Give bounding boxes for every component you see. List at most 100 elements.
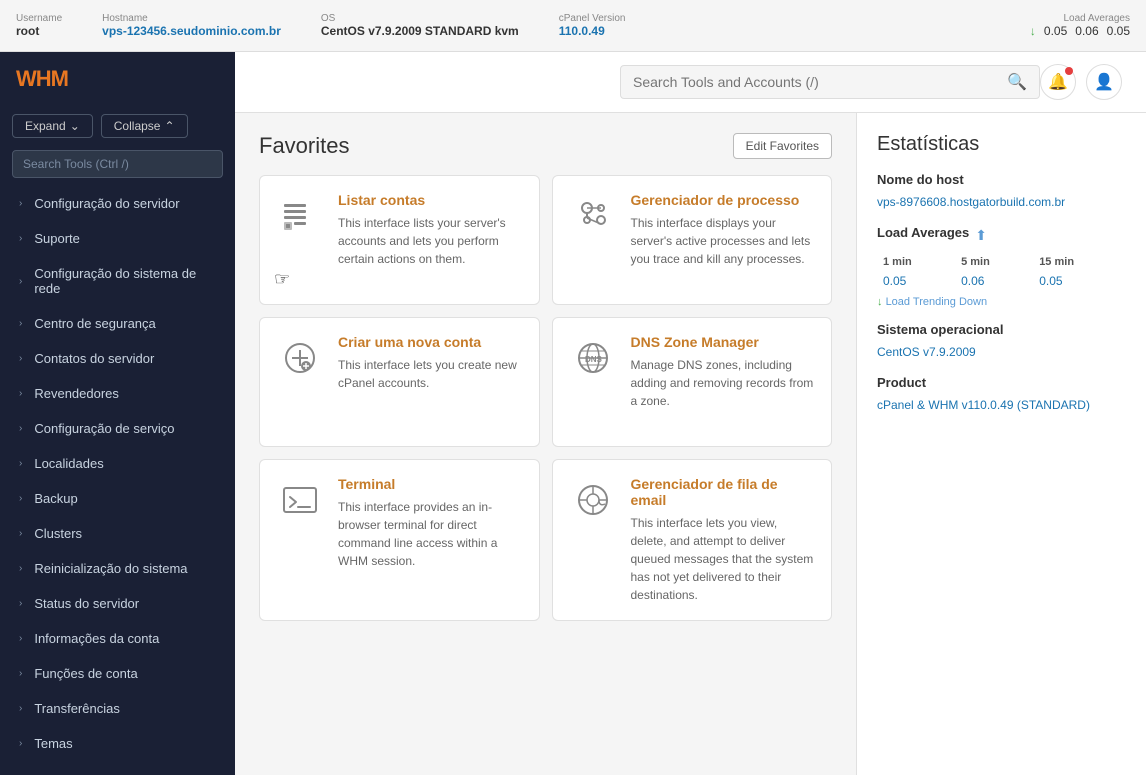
user-profile-button[interactable]: 👤 — [1086, 64, 1122, 100]
listar-contas-title: Listar contas — [338, 192, 523, 208]
expand-icon: ⌄ — [70, 119, 80, 133]
header-bar: 🔍 🔔 👤 — [235, 52, 1146, 113]
sidebar-item-5[interactable]: ›Revendedores — [0, 376, 235, 411]
criar-conta-desc: This interface lets you create new cPane… — [338, 356, 523, 392]
sidebar-item-0[interactable]: ›Configuração do servidor — [0, 186, 235, 221]
fav-card-terminal[interactable]: Terminal This interface provides an in-b… — [259, 459, 540, 621]
expand-button[interactable]: Expand ⌄ — [12, 114, 93, 138]
os-value: CentOS v7.9.2009 STANDARD kvm — [321, 24, 519, 38]
dns-title: DNS Zone Manager — [631, 334, 816, 350]
trend-arrow: ↓ — [877, 296, 883, 308]
sidebar-item-2[interactable]: ›Configuração do sistema de rede — [0, 256, 235, 306]
cursor-icon: ☞ — [274, 269, 290, 290]
sidebar-item-12[interactable]: ›Informações da conta — [0, 621, 235, 656]
criar-conta-title: Criar uma nova conta — [338, 334, 523, 350]
listar-contas-content: Listar contas This interface lists your … — [338, 192, 523, 288]
collapse-button[interactable]: Collapse ⌃ — [101, 114, 188, 138]
sidebar-search-input[interactable] — [12, 150, 223, 178]
sidebar-item-4[interactable]: ›Contatos do servidor — [0, 341, 235, 376]
sidebar-arrow-4: › — [19, 353, 22, 364]
load-arrow: ↓ — [1030, 24, 1036, 38]
dns-desc: Manage DNS zones, including adding and r… — [631, 356, 816, 410]
sidebar-item-13[interactable]: ›Funções de conta — [0, 656, 235, 691]
email-content: Gerenciador de fila de email This interf… — [631, 476, 816, 604]
product-label: Product — [877, 375, 1126, 390]
sidebar-nav: ›Configuração do servidor›Suporte›Config… — [0, 186, 235, 775]
search-input[interactable] — [633, 74, 999, 90]
product-value: cPanel & WHM v110.0.49 (STANDARD) — [877, 396, 1126, 414]
cpanel-value: 110.0.49 — [559, 24, 626, 38]
sidebar-item-15[interactable]: ›Temas — [0, 726, 235, 761]
os-label: OS — [321, 13, 519, 24]
sidebar-arrow-12: › — [19, 633, 22, 644]
top-bar: Username root Hostname vps-123456.seudom… — [0, 0, 1146, 52]
sidebar-item-14[interactable]: ›Transferências — [0, 691, 235, 726]
notifications-button[interactable]: 🔔 — [1040, 64, 1076, 100]
header-icons: 🔔 👤 — [1040, 64, 1122, 100]
sidebar-item-6[interactable]: ›Configuração de serviço — [0, 411, 235, 446]
sidebar-arrow-13: › — [19, 668, 22, 679]
load-val3: 0.05 — [1035, 272, 1124, 290]
sidebar-arrow-15: › — [19, 738, 22, 749]
fav-card-dns[interactable]: DNS DNS Zone Manager Manage DNS zones, i… — [552, 317, 833, 447]
terminal-title: Terminal — [338, 476, 523, 492]
favorites-section: Favorites Edit Favorites — [235, 113, 856, 775]
sidebar-item-7[interactable]: ›Localidades — [0, 446, 235, 481]
dns-content: DNS Zone Manager Manage DNS zones, inclu… — [631, 334, 816, 430]
logo-area: WHM — [0, 52, 235, 106]
sidebar-arrow-2: › — [19, 276, 22, 287]
hostname-value: vps-123456.seudominio.com.br — [102, 24, 281, 38]
search-icon[interactable]: 🔍 — [1007, 72, 1027, 92]
dns-icon: DNS — [569, 334, 617, 382]
bell-icon: 🔔 — [1048, 72, 1068, 92]
load-averages-label: Load Averages — [877, 225, 969, 240]
search-container[interactable]: 🔍 — [620, 65, 1040, 99]
sidebar-arrow-6: › — [19, 423, 22, 434]
notification-badge — [1065, 67, 1073, 75]
load-val2: 0.06 — [957, 272, 1033, 290]
load-val1: 0.05 — [879, 272, 955, 290]
trend-text: Load Trending Down — [886, 296, 988, 308]
terminal-content: Terminal This interface provides an in-b… — [338, 476, 523, 604]
fav-card-criar-conta[interactable]: Criar uma nova conta This interface lets… — [259, 317, 540, 447]
hostname-label: Nome do host — [877, 172, 1126, 187]
gerenciador-processo-title: Gerenciador de processo — [631, 192, 816, 208]
terminal-icon — [276, 476, 324, 524]
sidebar-arrow-14: › — [19, 703, 22, 714]
load-5min-header: 5 min — [957, 254, 1033, 270]
load-trending-link[interactable]: ↓ Load Trending Down — [877, 296, 1126, 308]
section-header: Favorites Edit Favorites — [259, 133, 832, 159]
fav-card-email[interactable]: Gerenciador de fila de email This interf… — [552, 459, 833, 621]
main-content: Favorites Edit Favorites — [235, 113, 1146, 775]
sidebar-arrow-1: › — [19, 233, 22, 244]
fav-card-listar-contas[interactable]: Listar contas This interface lists your … — [259, 175, 540, 305]
load-1min-header: 1 min — [879, 254, 955, 270]
sidebar-item-10[interactable]: ›Reinicialização do sistema — [0, 551, 235, 586]
sidebar-item-3[interactable]: ›Centro de segurança — [0, 306, 235, 341]
edit-favorites-button[interactable]: Edit Favorites — [733, 133, 832, 159]
fav-card-gerenciador-processo[interactable]: Gerenciador de processo This interface d… — [552, 175, 833, 305]
cpanel-label: cPanel Version — [559, 13, 626, 24]
load-icon: ⬆ — [975, 227, 987, 244]
load-val-1: 0.05 — [1044, 24, 1067, 38]
sidebar-item-8[interactable]: ›Backup — [0, 481, 235, 516]
email-title: Gerenciador de fila de email — [631, 476, 816, 508]
user-icon: 👤 — [1094, 72, 1114, 92]
collapse-label: Collapse — [114, 119, 161, 133]
stats-panel: Estatísticas Nome do host vps-8976608.ho… — [856, 113, 1146, 775]
hostname-label: Hostname — [102, 13, 281, 24]
sidebar-item-1[interactable]: ›Suporte — [0, 221, 235, 256]
gerenciador-processo-desc: This interface displays your server's ac… — [631, 214, 816, 268]
stats-title: Estatísticas — [877, 133, 1126, 156]
sidebar-arrow-0: › — [19, 198, 22, 209]
email-icon — [569, 476, 617, 524]
os-info: OS CentOS v7.9.2009 STANDARD kvm — [321, 13, 519, 38]
gerenciador-processo-icon — [569, 192, 617, 240]
gerenciador-processo-content: Gerenciador de processo This interface d… — [631, 192, 816, 288]
load-val-2: 0.06 — [1075, 24, 1098, 38]
username-info: Username root — [16, 13, 62, 38]
sidebar-item-9[interactable]: ›Clusters — [0, 516, 235, 551]
sidebar-arrow-7: › — [19, 458, 22, 469]
load-15min-header: 15 min — [1035, 254, 1124, 270]
sidebar-item-11[interactable]: ›Status do servidor — [0, 586, 235, 621]
